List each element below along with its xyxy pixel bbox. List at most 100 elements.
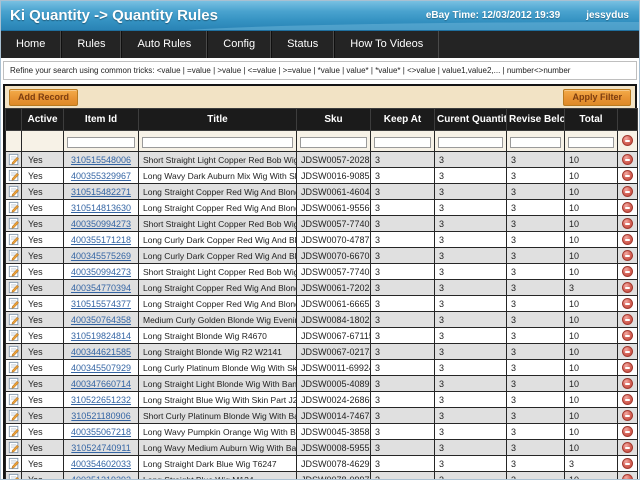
- delete-icon[interactable]: [622, 362, 633, 373]
- item-id-link[interactable]: 400354770394: [71, 283, 131, 293]
- column-header-total[interactable]: Total: [565, 109, 618, 131]
- column-header-revise-below[interactable]: Revise Below: [507, 109, 565, 131]
- item-id-link[interactable]: 400347660714: [71, 379, 131, 389]
- edit-icon[interactable]: [8, 153, 20, 166]
- filter-row: [6, 131, 638, 152]
- revise-below-cell: 3: [507, 296, 565, 312]
- column-header-sku[interactable]: Sku: [297, 109, 371, 131]
- delete-icon[interactable]: [622, 394, 633, 405]
- item-id-link[interactable]: 310521180906: [71, 411, 130, 421]
- app-header: Ki Quantity -> Quantity Rules eBay Time:…: [1, 1, 639, 31]
- column-header-active[interactable]: Active: [22, 109, 64, 131]
- nav-item-how-to-videos[interactable]: How To Videos: [334, 31, 439, 58]
- clear-filter-icon[interactable]: [622, 135, 633, 146]
- nav-item-config[interactable]: Config: [207, 31, 271, 58]
- item-id-link[interactable]: 400350994273: [71, 267, 131, 277]
- total-cell: 10: [565, 312, 618, 328]
- delete-icon[interactable]: [622, 282, 633, 293]
- item-id-link[interactable]: 400355067218: [71, 427, 131, 437]
- edit-icon[interactable]: [8, 409, 20, 422]
- filter-input-total[interactable]: [568, 137, 614, 148]
- delete-icon[interactable]: [622, 186, 633, 197]
- delete-icon[interactable]: [622, 202, 633, 213]
- edit-icon[interactable]: [8, 297, 20, 310]
- item-id-link[interactable]: 310515482271: [71, 187, 131, 197]
- edit-icon[interactable]: [8, 329, 20, 342]
- item-id-link[interactable]: 400355171218: [71, 235, 131, 245]
- delete-icon[interactable]: [622, 378, 633, 389]
- item-id-link[interactable]: 400344621585: [71, 347, 131, 357]
- column-header-current-quantity[interactable]: Curent Quantity: [435, 109, 507, 131]
- delete-icon[interactable]: [622, 298, 633, 309]
- delete-icon[interactable]: [622, 410, 633, 421]
- item-id-link[interactable]: 310515548006: [71, 155, 131, 165]
- edit-icon[interactable]: [8, 441, 20, 454]
- filter-input-keep-at[interactable]: [374, 137, 431, 148]
- item-id-link[interactable]: 400355329967: [71, 171, 131, 181]
- filter-input-revise-below[interactable]: [510, 137, 561, 148]
- delete-icon[interactable]: [622, 314, 633, 325]
- delete-icon[interactable]: [622, 426, 633, 437]
- item-id-link[interactable]: 310519824814: [71, 331, 131, 341]
- edit-icon[interactable]: [8, 457, 20, 470]
- column-header-item-id[interactable]: Item Id: [64, 109, 139, 131]
- item-id-link[interactable]: 310524740911: [71, 443, 130, 453]
- edit-icon[interactable]: [8, 345, 20, 358]
- nav-item-rules[interactable]: Rules: [61, 31, 121, 58]
- delete-icon[interactable]: [622, 442, 633, 453]
- edit-icon[interactable]: [8, 217, 20, 230]
- filter-input-item-id[interactable]: [67, 137, 135, 148]
- sku-cell: JDSW0084-18023: [297, 312, 371, 328]
- delete-icon[interactable]: [622, 170, 633, 181]
- edit-icon[interactable]: [8, 281, 20, 294]
- item-id-link[interactable]: 400345575269: [71, 251, 131, 261]
- keep-at-cell: 3: [371, 440, 435, 456]
- table-row: Yes 400355329967 Long Wavy Dark Auburn M…: [6, 168, 638, 184]
- edit-icon[interactable]: [8, 473, 20, 480]
- item-id-link[interactable]: 400350764358: [71, 315, 131, 325]
- filter-input-title[interactable]: [142, 137, 293, 148]
- item-id-link[interactable]: 400351219292: [71, 475, 131, 480]
- delete-cell: [618, 408, 638, 424]
- edit-icon[interactable]: [8, 265, 20, 278]
- item-id-link[interactable]: 310522651232: [71, 395, 131, 405]
- column-header-title[interactable]: Title: [139, 109, 297, 131]
- edit-icon[interactable]: [8, 185, 20, 198]
- item-id-link[interactable]: 310515574377: [71, 299, 131, 309]
- delete-icon[interactable]: [622, 458, 633, 469]
- delete-icon[interactable]: [622, 474, 633, 480]
- edit-icon[interactable]: [8, 313, 20, 326]
- edit-icon[interactable]: [8, 361, 20, 374]
- delete-icon[interactable]: [622, 330, 633, 341]
- edit-icon[interactable]: [8, 377, 20, 390]
- total-cell: 10: [565, 264, 618, 280]
- delete-icon[interactable]: [622, 154, 633, 165]
- nav-item-auto-rules[interactable]: Auto Rules: [121, 31, 207, 58]
- edit-icon[interactable]: [8, 233, 20, 246]
- filter-input-current-quantity[interactable]: [438, 137, 503, 148]
- add-record-button[interactable]: Add Record: [9, 89, 78, 106]
- item-id-link[interactable]: 310514813630: [71, 203, 131, 213]
- column-header-keep-at[interactable]: Keep At: [371, 109, 435, 131]
- edit-icon[interactable]: [8, 249, 20, 262]
- apply-filter-button[interactable]: Apply Filter: [563, 89, 631, 106]
- item-id-link[interactable]: 400350994273: [71, 219, 131, 229]
- delete-icon[interactable]: [622, 266, 633, 277]
- edit-icon[interactable]: [8, 201, 20, 214]
- edit-icon[interactable]: [8, 169, 20, 182]
- nav-item-home[interactable]: Home: [1, 31, 61, 58]
- filter-input-sku[interactable]: [300, 137, 367, 148]
- edit-cell: [6, 248, 22, 264]
- sku-cell: JDSW0008-59552: [297, 440, 371, 456]
- delete-icon[interactable]: [622, 250, 633, 261]
- delete-cell: [618, 312, 638, 328]
- edit-icon[interactable]: [8, 393, 20, 406]
- delete-icon[interactable]: [622, 346, 633, 357]
- item-id-link[interactable]: 400345507929: [71, 363, 131, 373]
- delete-icon[interactable]: [622, 234, 633, 245]
- item-id-link[interactable]: 400354602033: [71, 459, 131, 469]
- nav-item-status[interactable]: Status: [271, 31, 334, 58]
- edit-icon[interactable]: [8, 425, 20, 438]
- delete-icon[interactable]: [622, 218, 633, 229]
- revise-below-cell: 3: [507, 168, 565, 184]
